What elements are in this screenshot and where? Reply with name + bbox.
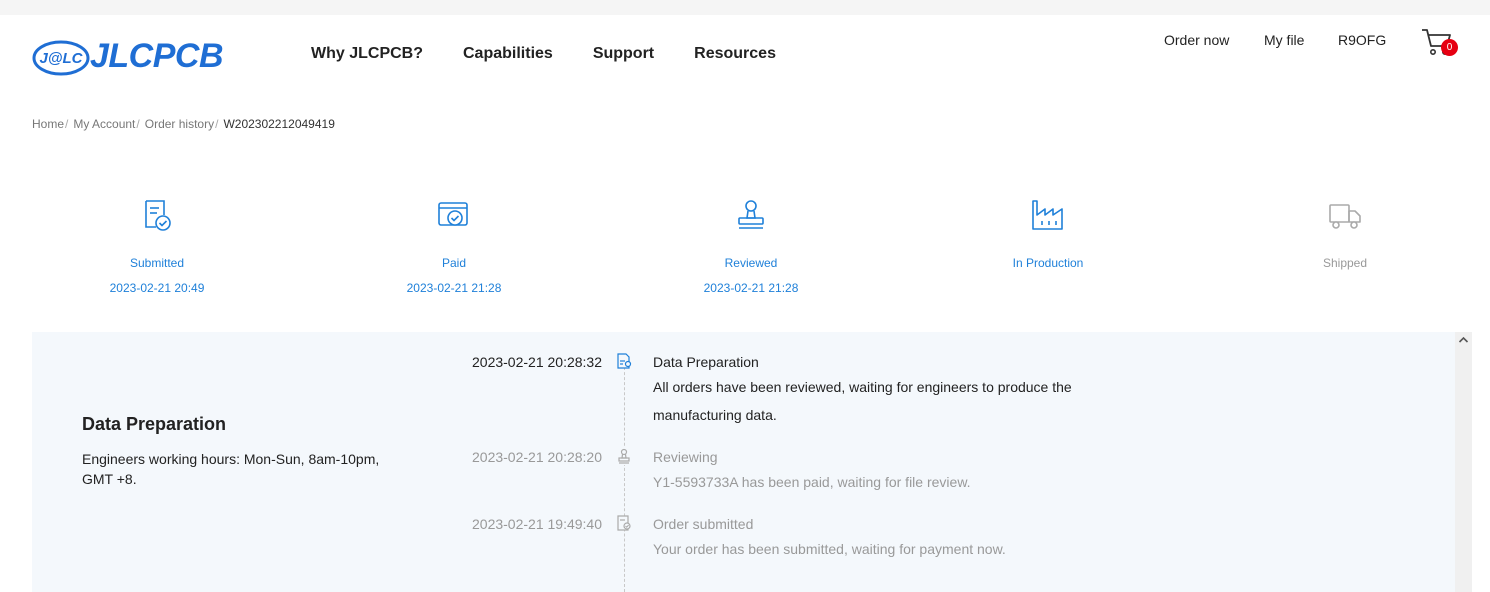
step-connector <box>804 210 996 212</box>
step-connector <box>210 210 402 212</box>
submitted-icon <box>137 195 177 235</box>
timeline-time: 2023-02-21 20:28:20 <box>472 449 602 465</box>
order-doc-icon <box>615 514 633 532</box>
status-panel: Data Preparation Engineers working hours… <box>32 332 1455 592</box>
step-shipped: Shipped <box>1265 195 1425 281</box>
step-label: Paid <box>441 256 467 270</box>
step-time: 2023-02-21 21:28 <box>703 281 799 295</box>
step-in-production: In Production <box>968 195 1128 281</box>
timeline-text: Y1-5593733A has been paid, waiting for f… <box>653 474 971 490</box>
step-time: 2023-02-21 21:28 <box>406 281 502 295</box>
timeline-time: 2023-02-21 19:49:40 <box>472 516 602 532</box>
breadcrumb-my-account[interactable]: My Account <box>73 117 135 131</box>
breadcrumb-current-order: W202302212049419 <box>223 117 335 131</box>
data-prep-icon <box>615 352 633 370</box>
step-label: Shipped <box>1322 256 1368 270</box>
truck-icon <box>1325 195 1365 235</box>
factory-icon <box>1028 195 1068 235</box>
timeline-title: Order submitted <box>653 516 754 532</box>
breadcrumb: Home / My Account / Order history / W202302… <box>32 117 335 131</box>
reviewed-stamp-icon <box>731 195 771 235</box>
timeline-time: 2023-02-21 20:28:32 <box>472 354 602 370</box>
step-label: In Production <box>1012 256 1084 270</box>
step-label: Submitted <box>129 256 185 270</box>
timeline-text: All orders have been reviewed, waiting f… <box>653 379 1072 423</box>
reviewer-icon <box>615 447 633 465</box>
timeline-title: Reviewing <box>653 449 718 465</box>
timeline-title: Data Preparation <box>653 354 759 370</box>
order-now-link[interactable]: Order now <box>1164 32 1229 48</box>
timeline-text: Your order has been submitted, waiting f… <box>653 541 1006 557</box>
status-title: Data Preparation <box>82 414 227 434</box>
step-connector <box>507 210 699 212</box>
scroll-up-button[interactable] <box>1455 332 1472 349</box>
my-file-link[interactable]: My file <box>1264 32 1304 48</box>
cart-count-badge: 0 <box>1441 39 1458 56</box>
user-menu[interactable]: R9OFG <box>1338 32 1386 48</box>
panel-scrollbar[interactable] <box>1455 332 1472 592</box>
status-description: Engineers working hours: Mon-Sun, 8am-10… <box>82 451 380 487</box>
step-time: 2023-02-21 20:49 <box>109 281 205 295</box>
logo-badge-text: J@LC <box>40 50 84 67</box>
site-header: J@LC JLCPCB Why JLCPCB? Capabilities Sup… <box>0 15 1490 95</box>
breadcrumb-home[interactable]: Home <box>32 117 64 131</box>
account-links: Order now My file R9OFG <box>0 32 1490 52</box>
step-connector-partial <box>1101 210 1293 212</box>
timeline-line <box>624 362 625 592</box>
top-strip <box>0 0 1490 15</box>
step-label: Reviewed <box>724 256 778 270</box>
breadcrumb-order-history[interactable]: Order history <box>145 117 214 131</box>
chevron-up-icon <box>1458 336 1469 343</box>
paid-icon <box>434 195 474 235</box>
